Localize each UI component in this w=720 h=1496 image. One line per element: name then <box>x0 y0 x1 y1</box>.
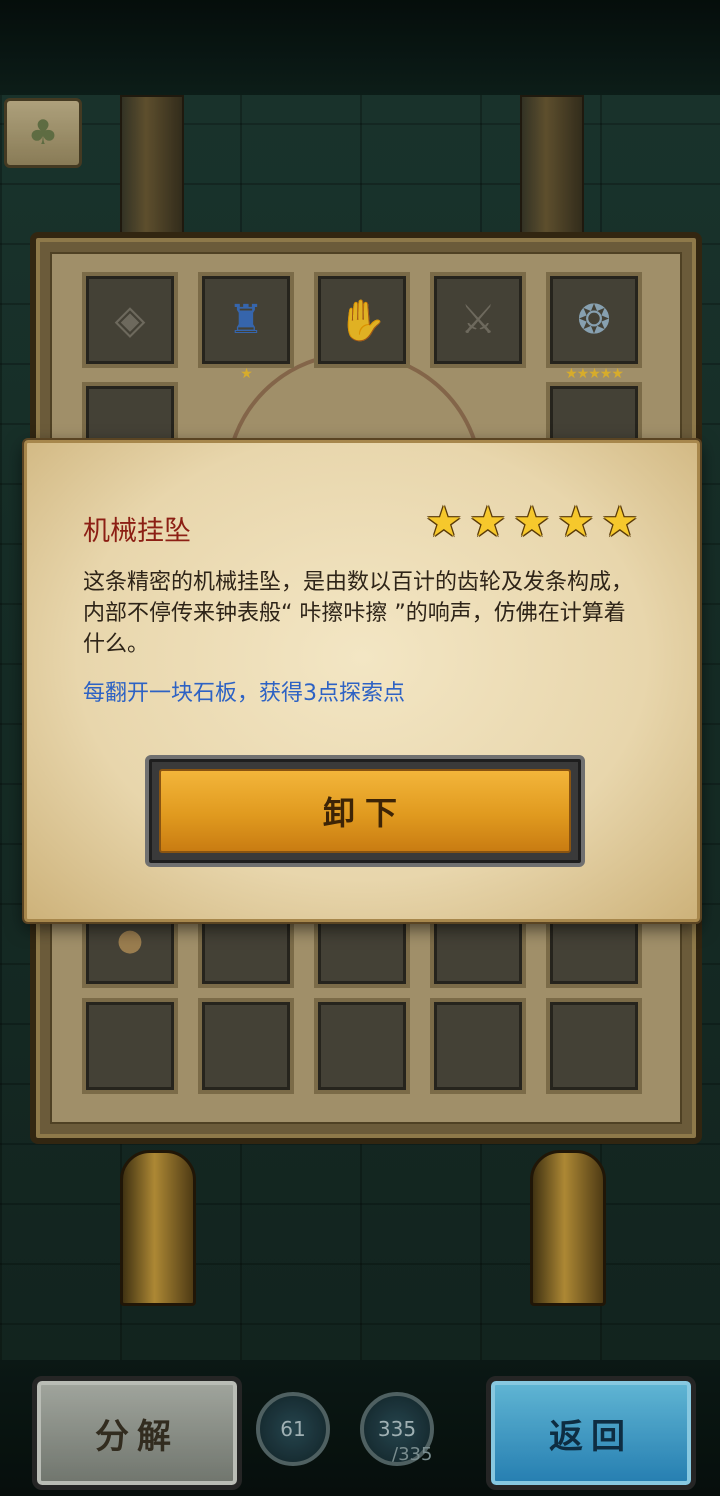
unequip-label: 卸下 <box>322 794 407 832</box>
star-icon: ★ <box>513 497 551 546</box>
item-description: 这条精密的机械挂坠，是由数以百计的齿轮及发条构成，内部不停传来钟表般“ 咔擦咔擦… <box>83 570 634 657</box>
star-icon: ★ <box>425 497 463 546</box>
item-star-rating: ★ ★ ★ ★ ★ <box>425 501 643 543</box>
item-effect: 每翻开一块石板，获得3点探索点 <box>83 681 405 706</box>
star-icon: ★ <box>557 497 595 546</box>
unequip-button[interactable]: 卸下 <box>145 755 585 867</box>
item-detail-popup: 机械挂坠 ★ ★ ★ ★ ★ 这条精密的机械挂坠，是由数以百计的齿轮及发条构成，… <box>24 440 700 922</box>
unequip-button-face[interactable]: 卸下 <box>159 769 571 853</box>
star-icon: ★ <box>469 497 507 546</box>
star-icon: ★ <box>601 497 639 546</box>
item-name: 机械挂坠 <box>83 516 191 547</box>
